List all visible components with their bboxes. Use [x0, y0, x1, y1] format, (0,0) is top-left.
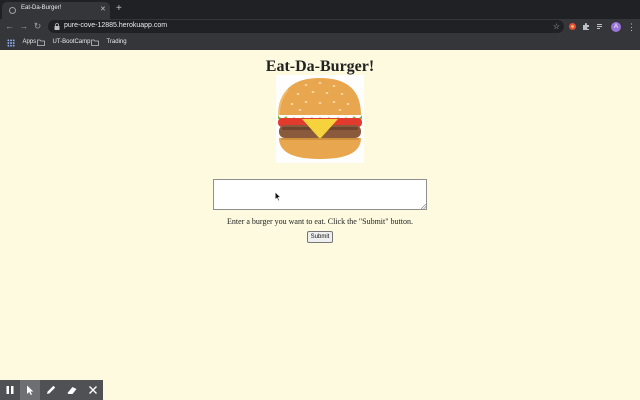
- pause-button[interactable]: [0, 380, 20, 400]
- browser-chrome: Eat-Da-Burger! ✕ + ← → ↻ pure-cove-12885…: [0, 0, 640, 50]
- burger-name-input[interactable]: [213, 179, 427, 210]
- resize-handle-icon[interactable]: [421, 204, 426, 209]
- apps-grid-icon: [7, 39, 15, 47]
- profile-avatar[interactable]: A: [611, 22, 621, 32]
- hamburger-icon: [278, 78, 362, 159]
- browser-tab[interactable]: Eat-Da-Burger! ✕: [2, 2, 110, 19]
- bookmark-label: UT-BootCamp: [52, 39, 91, 45]
- lock-icon: [54, 23, 60, 30]
- submit-button[interactable]: Submit: [307, 231, 333, 243]
- new-tab-button[interactable]: +: [116, 3, 122, 15]
- folder-icon: [91, 39, 99, 46]
- extension-red-icon[interactable]: [568, 22, 577, 31]
- url-text: pure-cove-12885.herokuapp.com: [64, 22, 168, 29]
- close-icon: [89, 386, 97, 394]
- bookmark-label: Trading: [106, 39, 127, 45]
- eraser-icon: [67, 387, 77, 394]
- tab-title: Eat-Da-Burger!: [21, 5, 62, 11]
- close-toolbar-button[interactable]: [83, 380, 103, 400]
- back-button[interactable]: ←: [3, 20, 16, 33]
- pointer-tool-button[interactable]: [20, 380, 40, 400]
- instructions-text: Enter a burger you want to eat. Click th…: [227, 217, 413, 226]
- pointer-icon: [27, 385, 34, 395]
- forward-button[interactable]: →: [17, 20, 30, 33]
- tab-favicon-icon: [9, 7, 16, 14]
- pause-icon: [6, 386, 14, 394]
- address-bar[interactable]: pure-cove-12885.herokuapp.com ☆: [48, 20, 564, 33]
- reload-button[interactable]: ↻: [31, 20, 44, 33]
- pen-icon: [47, 385, 56, 394]
- browser-menu-icon[interactable]: ⋮: [627, 20, 636, 34]
- burger-image: [276, 75, 364, 163]
- bookmarks-bar: Apps UT-BootCamp Trading: [0, 35, 640, 50]
- annotation-toolbar: [0, 380, 103, 400]
- page-content: Eat-Da-Burger! Enter a burger you want t…: [0, 50, 640, 400]
- eraser-tool-button[interactable]: [62, 380, 82, 400]
- tab-close-icon[interactable]: ✕: [100, 5, 106, 14]
- browser-toolbar: ← → ↻ pure-cove-12885.herokuapp.com ☆: [0, 19, 640, 35]
- bookmark-apps[interactable]: Apps: [7, 38, 36, 47]
- pen-tool-button[interactable]: [41, 380, 61, 400]
- reading-list-icon[interactable]: [596, 22, 605, 31]
- bookmark-trading[interactable]: Trading: [91, 38, 127, 47]
- folder-icon: [37, 39, 45, 46]
- extensions-puzzle-icon[interactable]: [582, 22, 591, 31]
- burger-input-wrapper: [213, 179, 427, 210]
- bookmark-label: Apps: [22, 39, 37, 45]
- page-title: Eat-Da-Burger!: [265, 58, 375, 75]
- tab-strip: Eat-Da-Burger! ✕ +: [0, 0, 640, 19]
- bookmark-star-icon[interactable]: ☆: [553, 21, 560, 32]
- bookmark-ut-bootcamp[interactable]: UT-BootCamp: [37, 38, 90, 47]
- mouse-cursor-icon: [275, 192, 281, 201]
